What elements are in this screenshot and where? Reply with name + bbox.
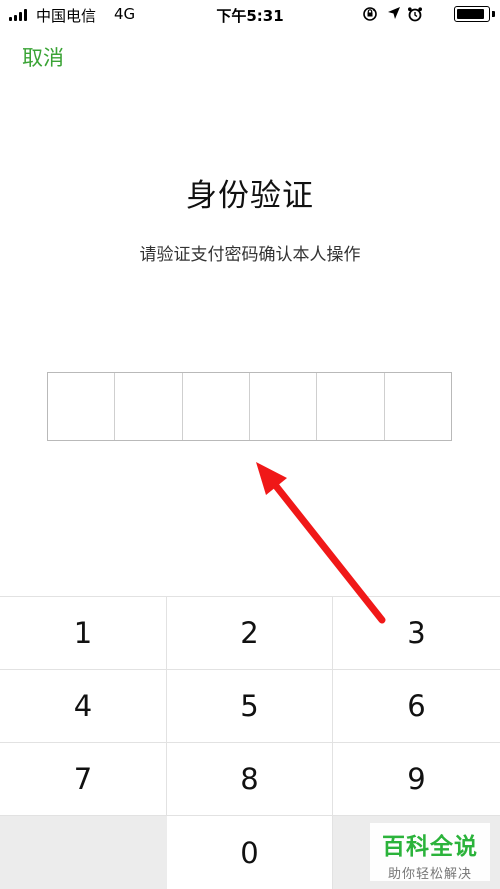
rotation-lock-icon <box>363 7 377 21</box>
status-bar: 中国电信 4G 下午5:31 <box>0 0 500 28</box>
alarm-icon <box>408 7 422 22</box>
key-1[interactable]: 1 <box>0 597 167 670</box>
page-title: 身份验证 <box>186 178 314 214</box>
status-icons <box>362 5 424 23</box>
cancel-button[interactable]: 取消 <box>22 42 64 72</box>
key-8[interactable]: 8 <box>167 743 333 816</box>
pin-box-5 <box>317 373 385 440</box>
key-4[interactable]: 4 <box>0 670 167 743</box>
key-7[interactable]: 7 <box>0 743 167 816</box>
key-3[interactable]: 3 <box>333 597 500 670</box>
key-2[interactable]: 2 <box>167 597 333 670</box>
pin-box-4 <box>250 373 318 440</box>
key-blank-left <box>0 816 167 889</box>
watermark-logo: 百科全说 助你轻松解决 <box>370 823 490 882</box>
key-9[interactable]: 9 <box>333 743 500 816</box>
status-time: 下午5:31 <box>216 7 284 25</box>
key-0[interactable]: 0 <box>167 816 333 889</box>
watermark-tagline: 助你轻松解决 <box>387 867 472 882</box>
pin-input[interactable] <box>47 372 452 441</box>
key-6[interactable]: 6 <box>333 670 500 743</box>
pin-box-2 <box>115 373 183 440</box>
watermark-title: 百科全说 <box>382 834 478 860</box>
page-subtitle: 请验证支付密码确认本人操作 <box>139 245 361 265</box>
battery-icon <box>454 6 490 22</box>
battery-terminal <box>492 11 495 17</box>
pin-box-1 <box>48 373 116 440</box>
key-5[interactable]: 5 <box>167 670 333 743</box>
pin-box-6 <box>385 373 451 440</box>
pin-box-3 <box>183 373 250 440</box>
location-arrow-icon <box>388 7 400 19</box>
battery-level-fill <box>456 8 484 19</box>
